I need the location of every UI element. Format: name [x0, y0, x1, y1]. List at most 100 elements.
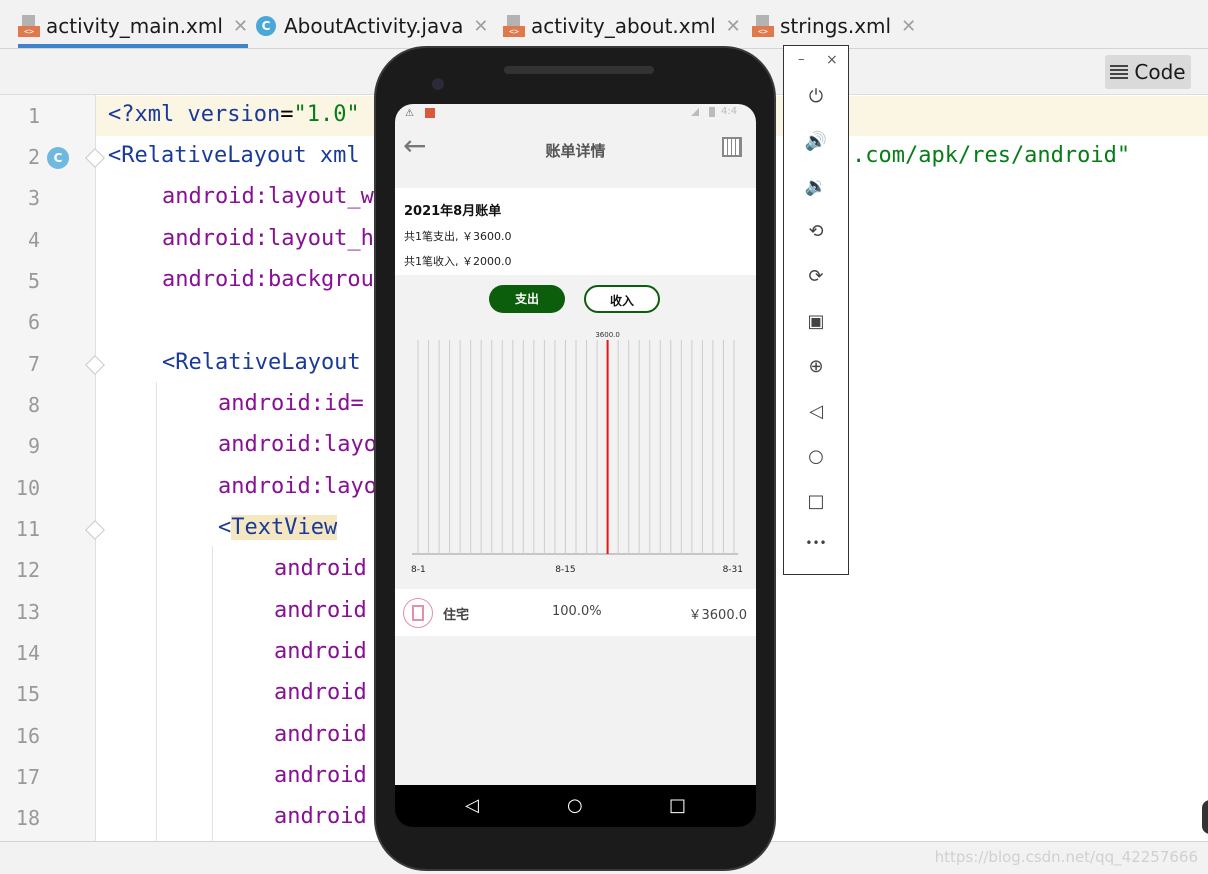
nav-recents-icon[interactable]: □: [669, 795, 686, 816]
code-line: <TextView: [218, 515, 338, 540]
code-line: .com/apk/res/android": [852, 143, 1131, 168]
code-line: android:layout_w: [162, 184, 374, 209]
line-number: 10: [15, 476, 40, 500]
line-number: 9: [27, 434, 40, 458]
rotate-left-icon[interactable]: ⟲: [784, 221, 848, 242]
category-name: 住宅: [443, 608, 470, 623]
line-number: 14: [15, 641, 40, 665]
category-row[interactable]: 住宅 100.0% ￥3600.0: [395, 589, 756, 636]
category-amount: ￥3600.0: [688, 608, 748, 623]
line-number: 15: [15, 682, 40, 706]
close-icon[interactable]: ✕: [726, 16, 741, 37]
xml-file-icon: <>: [18, 15, 40, 37]
category-percent: 100.0%: [552, 604, 602, 619]
class-gutter-icon[interactable]: C: [47, 147, 69, 169]
signal-icon: [691, 108, 699, 116]
code-line: <RelativeLayout: [162, 350, 361, 375]
class-icon: C: [256, 16, 276, 36]
line-number: 17: [15, 765, 40, 789]
line-number: 4: [27, 228, 40, 252]
code-line: android:layo: [218, 474, 377, 499]
volume-up-icon[interactable]: 🔊: [784, 131, 848, 152]
summary-card: 2021年8月账单 共1笔支出, ￥3600.0 共1笔收入, ￥2000.0: [395, 188, 756, 275]
back-icon[interactable]: ◁: [784, 401, 848, 422]
chart-tick-label: 8-15: [555, 565, 575, 575]
rotate-right-icon[interactable]: ⟳: [784, 266, 848, 287]
code-line: android:id=: [218, 391, 364, 416]
menu-lines-icon: [1110, 65, 1129, 79]
tab-activity-about[interactable]: <> activity_about.xml ✕: [503, 8, 741, 44]
code-line: android:layo: [218, 432, 377, 457]
status-time: 4:4: [721, 106, 738, 117]
tab-label: activity_main.xml: [46, 14, 223, 38]
xml-file-icon: <>: [752, 15, 774, 37]
line-number: 16: [15, 724, 40, 748]
nav-back-icon[interactable]: ◁: [465, 795, 479, 816]
tab-label: strings.xml: [780, 14, 892, 38]
zoom-icon[interactable]: ⊕: [784, 356, 848, 377]
tab-label: AboutActivity.java: [284, 14, 464, 38]
app-notification-icon: [425, 108, 435, 118]
tab-activity-main[interactable]: <> activity_main.xml ✕: [18, 8, 249, 48]
warning-icon: ⚠: [405, 108, 414, 119]
chart-tick-label: 8-31: [723, 565, 743, 575]
house-icon: [403, 598, 433, 628]
close-icon[interactable]: ✕: [233, 16, 248, 37]
income-toggle-button[interactable]: 收入: [584, 285, 660, 313]
line-number: 1: [27, 104, 40, 128]
code-line: android: [274, 680, 367, 705]
close-button[interactable]: ×: [826, 52, 838, 68]
speaker-grille: [504, 66, 654, 74]
code-line: android: [274, 639, 367, 664]
code-line: android: [274, 804, 367, 829]
line-number: 7: [27, 352, 40, 376]
watermark: https://blog.csdn.net/qq_42257666: [934, 848, 1198, 866]
tab-about-activity[interactable]: C AboutActivity.java ✕: [256, 8, 488, 44]
more-icon[interactable]: •••: [784, 536, 848, 550]
edge-handle: [1202, 800, 1208, 834]
line-number: 11: [15, 517, 40, 541]
code-line: <RelativeLayout xml: [108, 143, 360, 168]
code-line: android:layout_h: [162, 226, 374, 251]
code-line: android: [274, 763, 367, 788]
tab-strings[interactable]: <> strings.xml ✕: [752, 8, 916, 44]
code-line: android: [274, 556, 367, 581]
month-title: 2021年8月账单: [404, 204, 502, 219]
emulator-screen[interactable]: ⚠ 4:4 ← 账单详情 2021年8月账单 共1笔支出, ￥3600.0 共1…: [395, 104, 756, 785]
close-icon[interactable]: ✕: [473, 16, 488, 37]
volume-down-icon[interactable]: 🔉: [784, 176, 848, 197]
code-view-button[interactable]: Code: [1105, 55, 1191, 89]
line-number: 5: [27, 269, 40, 293]
chart-data-label: 3600.0: [595, 331, 620, 339]
code-line: android: [274, 722, 367, 747]
overview-icon[interactable]: □: [784, 491, 848, 512]
page-title: 账单详情: [545, 142, 606, 160]
line-number: 12: [15, 558, 40, 582]
code-line: android: [274, 598, 367, 623]
tab-label: activity_about.xml: [531, 14, 716, 38]
editor-tab-bar: <> activity_main.xml ✕ C AboutActivity.j…: [0, 0, 1208, 49]
camera-icon[interactable]: ▣: [784, 311, 848, 332]
line-number: 18: [15, 806, 40, 830]
calendar-icon[interactable]: [722, 137, 742, 157]
app-bar: ← 账单详情: [395, 122, 756, 188]
indent-guide: [212, 546, 213, 842]
power-icon[interactable]: ⏻: [784, 86, 848, 107]
xml-file-icon: <>: [503, 15, 525, 37]
line-number: 3: [27, 186, 40, 210]
android-nav-bar: ◁ ○ □: [395, 785, 756, 827]
daily-bar-chart: 8-1 8-15 3600.0 8-31: [411, 331, 743, 575]
close-icon[interactable]: ✕: [901, 16, 916, 37]
code-line: android:backgrou: [162, 267, 374, 292]
line-number: 2: [27, 145, 40, 169]
front-camera: [432, 78, 444, 90]
home-icon[interactable]: ○: [784, 446, 848, 467]
expense-toggle-button[interactable]: 支出: [489, 285, 565, 313]
nav-home-icon[interactable]: ○: [567, 795, 583, 816]
income-summary: 共1笔收入, ￥2000.0: [404, 255, 512, 268]
chart-tick-label: 8-1: [411, 565, 426, 575]
indent-guide: [156, 382, 157, 842]
battery-icon: [709, 107, 715, 117]
code-line: <?xml version="1.0": [108, 102, 360, 127]
minimize-button[interactable]: –: [798, 52, 805, 67]
